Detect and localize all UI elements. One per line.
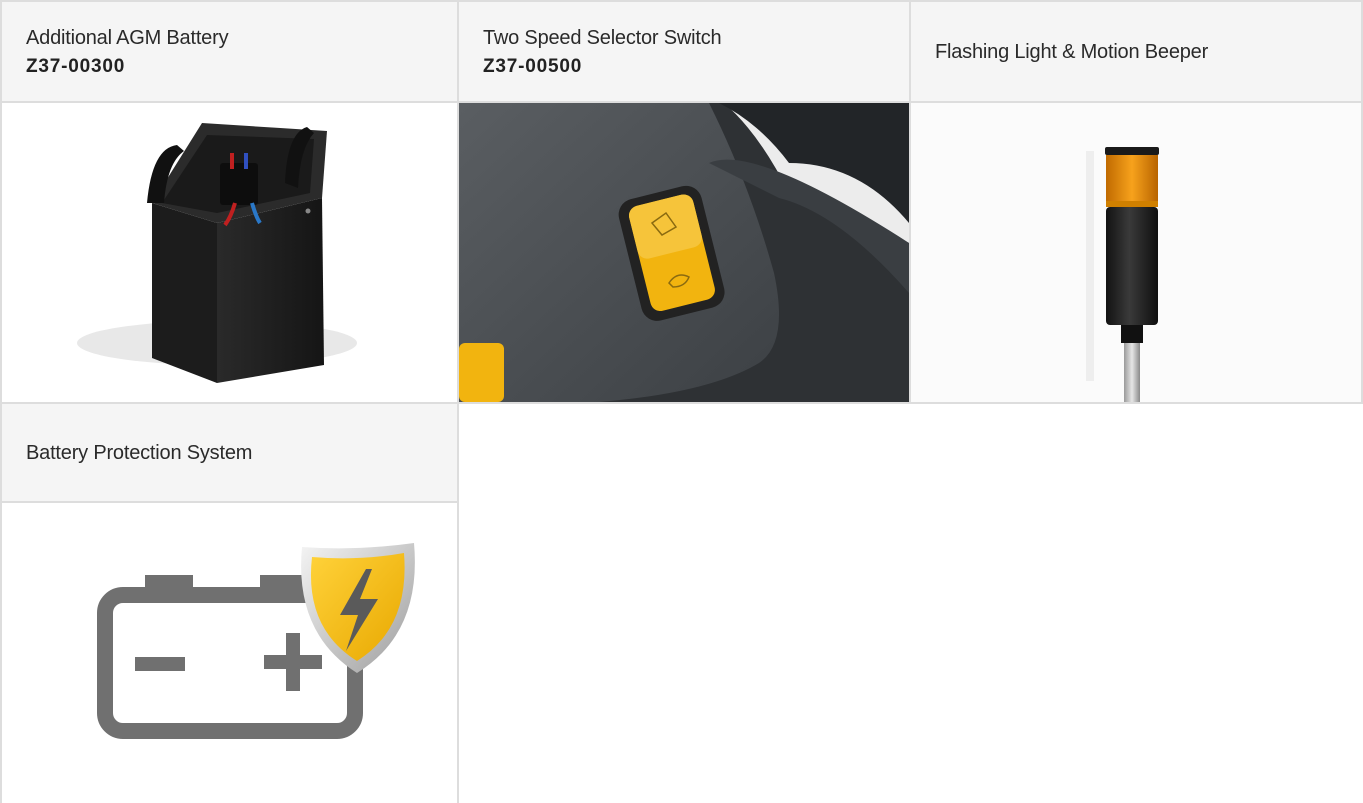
agm-battery-image <box>77 123 357 383</box>
product-image-flashing-light <box>909 101 1363 404</box>
product-header-speed-selector: Two Speed Selector Switch Z37-00500 <box>457 0 911 103</box>
speed-selector-switch-image <box>459 103 909 402</box>
product-image-battery-protection <box>0 501 459 803</box>
product-header-agm-battery: Additional AGM Battery Z37-00300 <box>0 0 459 103</box>
product-header-flashing-light: Flashing Light & Motion Beeper <box>909 0 1363 103</box>
product-title: Flashing Light & Motion Beeper <box>935 40 1209 63</box>
product-title: Battery Protection System <box>26 441 253 464</box>
product-title: Additional AGM Battery <box>26 26 229 49</box>
product-header-battery-protection: Battery Protection System <box>0 402 459 503</box>
product-code: Z37-00300 <box>26 55 126 77</box>
battery-protection-icon <box>97 543 415 739</box>
product-code: Z37-00500 <box>483 55 583 77</box>
product-image-agm-battery <box>0 101 459 404</box>
flashing-light-beeper-image <box>911 103 1361 402</box>
product-image-speed-selector <box>457 101 911 404</box>
product-title: Two Speed Selector Switch <box>483 26 722 49</box>
